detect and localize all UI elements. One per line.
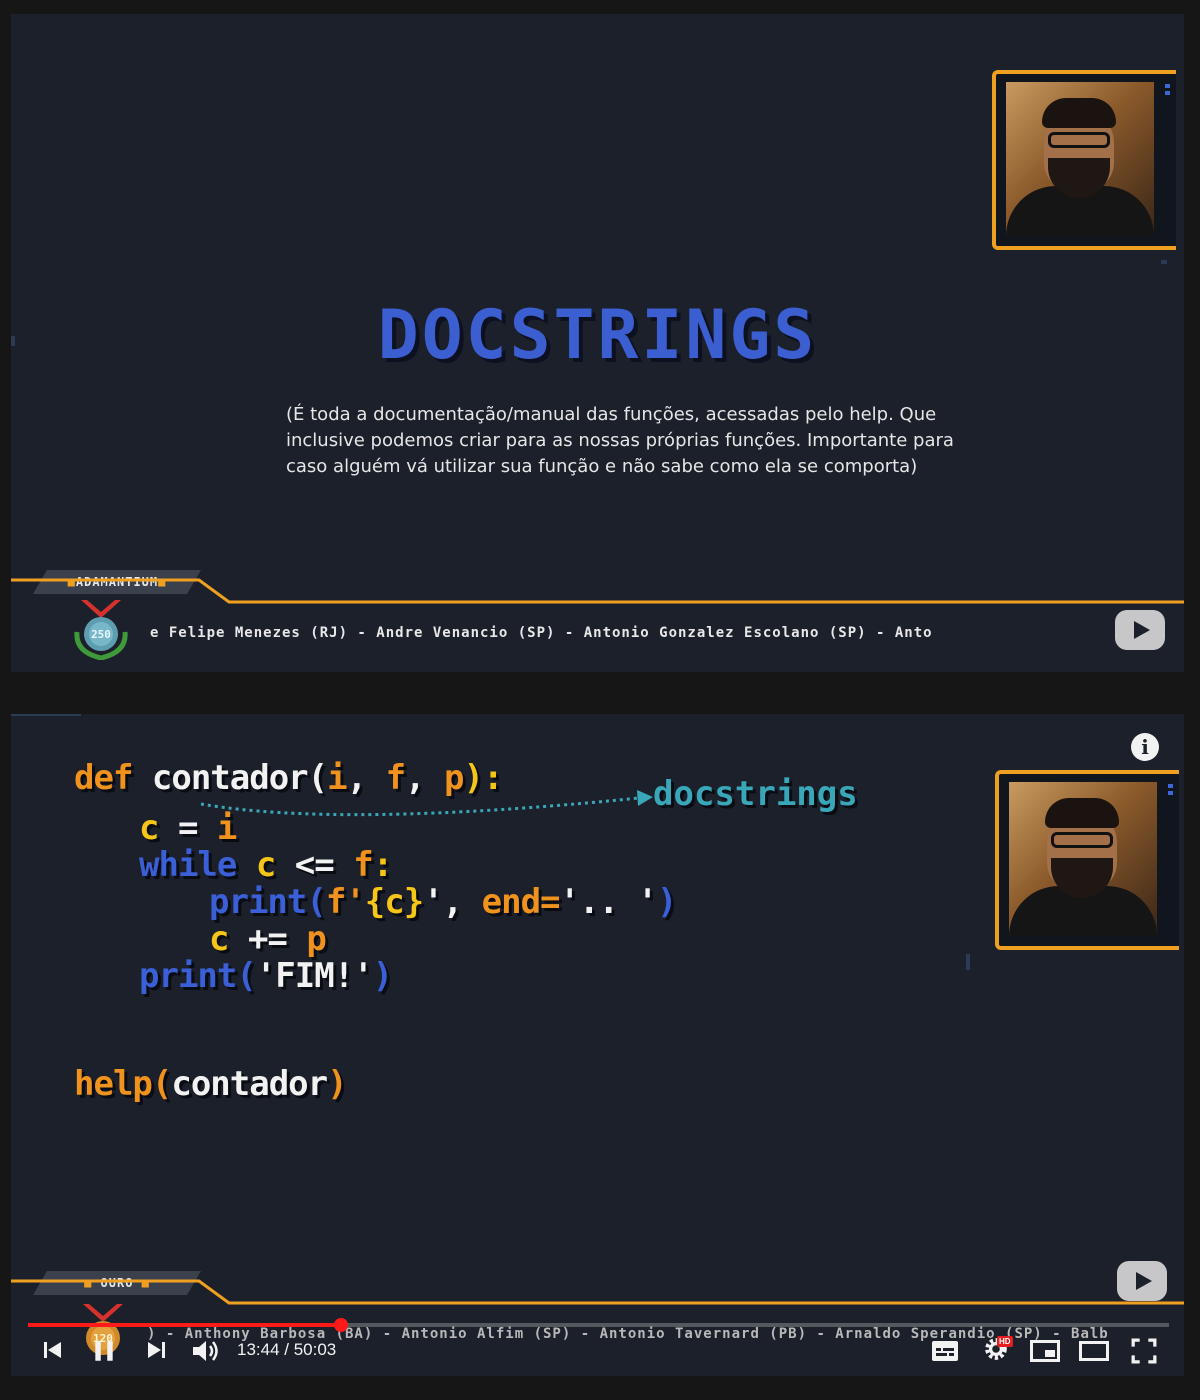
webcam-dots-icon bbox=[1168, 784, 1173, 798]
webcam-dots-icon bbox=[1165, 84, 1170, 98]
decor-pixel bbox=[966, 954, 970, 970]
pause-icon[interactable] bbox=[91, 1338, 117, 1364]
medal-number: 250 bbox=[91, 628, 111, 641]
fullscreen-icon[interactable] bbox=[1131, 1338, 1157, 1364]
slide-description: (É toda a documentação/manual das funçõe… bbox=[286, 404, 954, 477]
miniplayer-icon[interactable] bbox=[1030, 1340, 1060, 1362]
subtitles-icon[interactable] bbox=[931, 1340, 959, 1362]
next-icon[interactable] bbox=[144, 1338, 168, 1362]
ticker-divider bbox=[11, 1279, 1184, 1305]
video-player[interactable]: def contador(i, f, p): c = i while c <= … bbox=[11, 714, 1184, 1376]
code-line-increment: c += p bbox=[209, 919, 327, 959]
current-time: 13:44 bbox=[237, 1340, 280, 1359]
docstring-arrow bbox=[200, 790, 653, 817]
progress-played bbox=[28, 1323, 342, 1327]
youtube-watermark-icon[interactable] bbox=[1117, 1261, 1167, 1301]
code-line-print-counter: print(f'{c}', end='.. ') bbox=[209, 882, 677, 922]
webcam-overlay bbox=[995, 770, 1179, 950]
progress-bar[interactable] bbox=[28, 1318, 1169, 1332]
supporters-ticker: e Felipe Menezes (RJ) - Andre Venancio (… bbox=[150, 625, 933, 641]
decor-pixel bbox=[1161, 260, 1167, 264]
info-icon[interactable]: i bbox=[1131, 733, 1159, 761]
docstrings-annotation: docstrings bbox=[653, 774, 858, 814]
code-line-while: while c <= f: bbox=[139, 845, 393, 885]
slide-title: DOCSTRINGS bbox=[377, 296, 818, 375]
code-line-print-fim: print('FIM!') bbox=[139, 956, 393, 996]
player-controls: 13:44 / 50:03 HD bbox=[11, 1334, 1184, 1374]
volume-icon[interactable] bbox=[191, 1338, 221, 1364]
presenter-photo bbox=[1009, 782, 1157, 936]
theater-icon[interactable] bbox=[1079, 1341, 1109, 1361]
video-frame-slide-docstrings[interactable]: DOCSTRINGS (É toda a documentação/manual… bbox=[11, 14, 1184, 672]
duration: 50:03 bbox=[293, 1340, 337, 1359]
time-display: 13:44 / 50:03 bbox=[237, 1340, 337, 1359]
ticker-divider bbox=[11, 578, 1184, 604]
code-line-help: help(contador) bbox=[74, 1064, 348, 1104]
youtube-watermark-icon[interactable] bbox=[1115, 610, 1165, 650]
previous-icon[interactable] bbox=[41, 1338, 65, 1362]
presenter-photo bbox=[1006, 82, 1154, 236]
decor-line bbox=[11, 714, 81, 716]
webcam-overlay bbox=[992, 70, 1176, 250]
settings-button[interactable]: HD bbox=[983, 1336, 1017, 1364]
hd-badge: HD bbox=[997, 1336, 1013, 1347]
medal-icon: 250 bbox=[74, 600, 128, 660]
